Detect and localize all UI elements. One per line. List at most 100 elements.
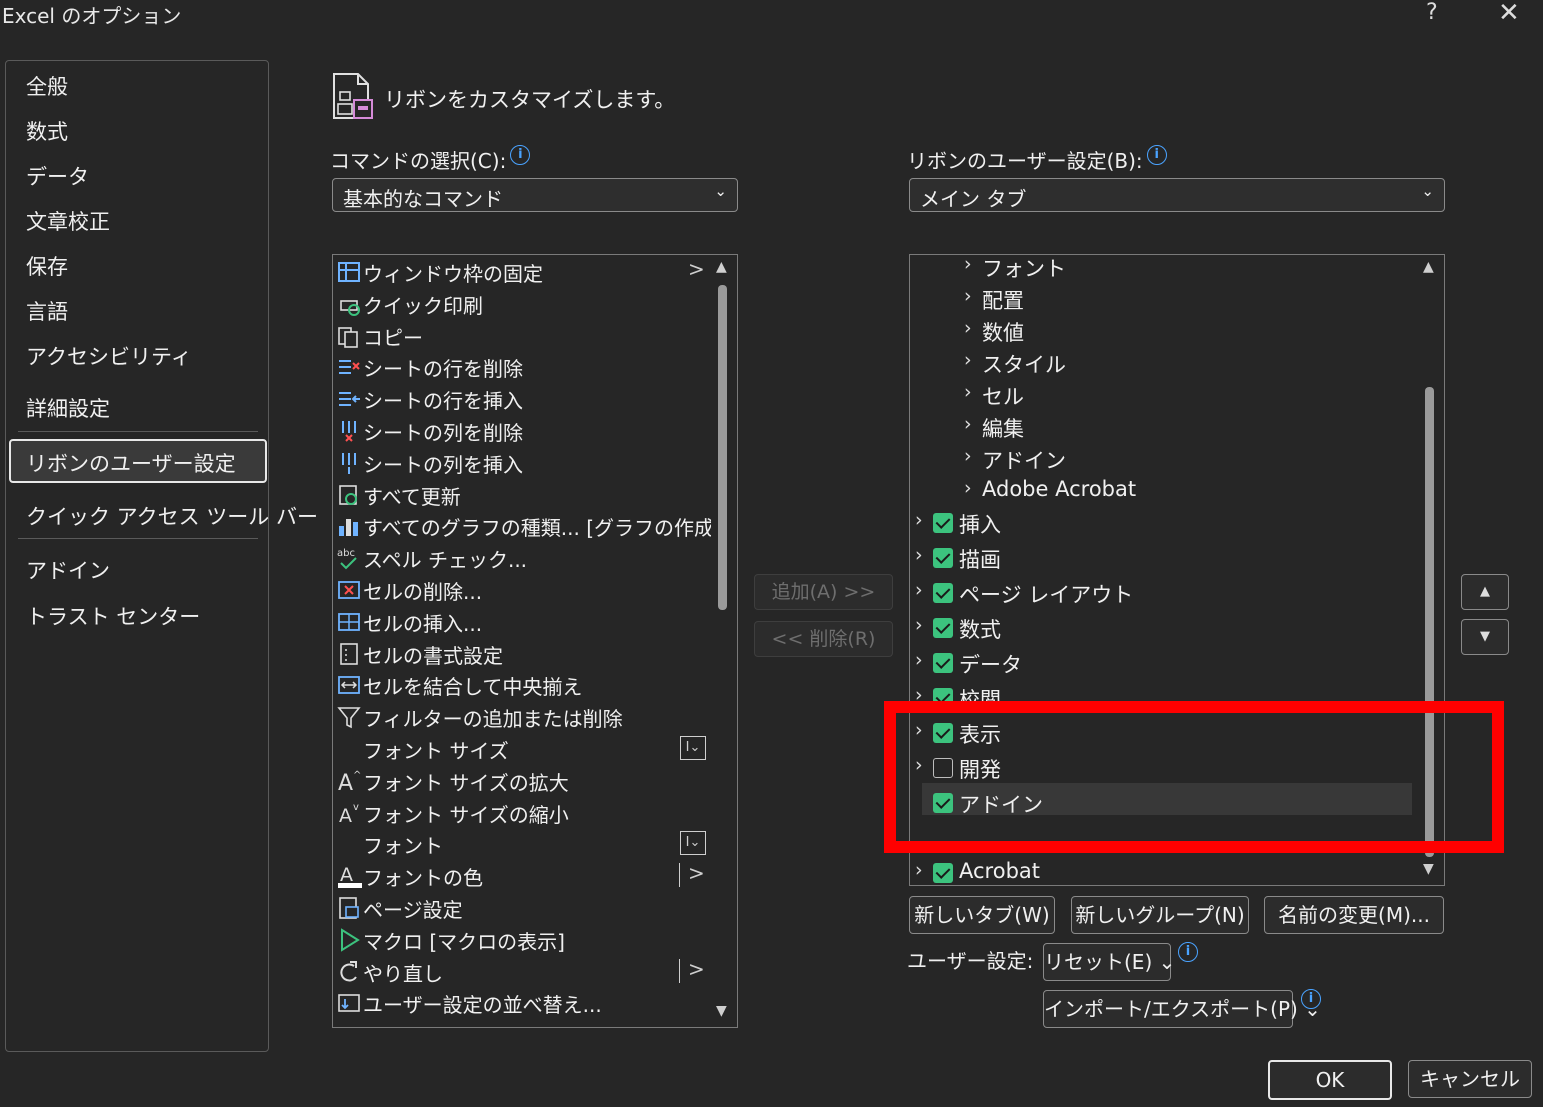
command-list-item[interactable]: シートの行を削除	[333, 351, 713, 382]
ribbon-tree-item[interactable]: › 数値	[910, 315, 1410, 347]
commands-dropdown[interactable]: 基本的なコマンド ⌄	[332, 178, 738, 212]
chevron-right-icon[interactable]: ›	[915, 544, 923, 566]
rename-button[interactable]: 名前の変更(M)...	[1264, 896, 1444, 934]
ribbon-tree-item[interactable]: › スタイル	[910, 347, 1410, 379]
chevron-right-icon[interactable]: ›	[915, 579, 923, 601]
command-list-item[interactable]: シートの行を挿入	[333, 383, 713, 414]
ok-button[interactable]: OK	[1268, 1060, 1392, 1100]
sidebar-item-advanced[interactable]: 詳細設定	[26, 393, 110, 423]
move-up-button[interactable]: ▲	[1461, 574, 1509, 610]
chevron-right-icon[interactable]: ›	[964, 285, 972, 307]
commands-scrollbar[interactable]: ▲ ▼	[711, 255, 735, 1025]
sidebar-item-accessibility[interactable]: アクセシビリティ	[26, 341, 192, 371]
ribbon-tree-item[interactable]: › データ	[910, 647, 1410, 679]
tab-checkbox[interactable]	[933, 548, 953, 568]
command-list-item[interactable]: ウィンドウ枠の固定 >	[333, 256, 713, 287]
command-list-item[interactable]: A フォントの色 >	[333, 860, 713, 891]
ribbon-tree-item[interactable]: › アドイン	[910, 443, 1410, 475]
sidebar-item-trust-center[interactable]: トラスト センター	[26, 601, 200, 631]
sidebar-item-save[interactable]: 保存	[26, 251, 68, 281]
sidebar-item-data[interactable]: データ	[26, 161, 89, 191]
info-icon[interactable]: i	[510, 145, 531, 165]
command-label: シートの列を挿入	[363, 452, 523, 477]
command-list-item[interactable]: シートの列を削除	[333, 415, 713, 446]
ribbon-tree-item[interactable]: › ページ レイアウト	[910, 577, 1410, 609]
filter-icon	[337, 707, 361, 729]
command-list-item[interactable]: やり直し >	[333, 956, 713, 987]
command-list-item[interactable]: クイック印刷	[333, 288, 713, 319]
scroll-down-arrow-icon[interactable]: ▼	[716, 1003, 727, 1019]
tab-checkbox[interactable]	[933, 513, 953, 533]
command-list-item[interactable]: Av フォント サイズの縮小	[333, 797, 713, 828]
command-list-item[interactable]: シートの列を挿入	[333, 447, 713, 478]
sidebar-item-general[interactable]: 全般	[26, 71, 68, 101]
ribbon-tree-item[interactable]: › 挿入	[910, 507, 1410, 539]
command-list-item[interactable]: フィルターの追加または削除	[333, 701, 713, 732]
command-list-item[interactable]: マクロ [マクロの表示]	[333, 924, 713, 955]
command-list-item[interactable]: セルの削除...	[333, 574, 713, 605]
info-icon[interactable]: i	[1301, 989, 1321, 1009]
tab-checkbox[interactable]	[933, 863, 953, 883]
command-list-item[interactable]: すべて更新	[333, 479, 713, 510]
command-list-item[interactable]: セルの挿入...	[333, 606, 713, 637]
help-button[interactable]: ?	[1426, 0, 1438, 25]
tab-checkbox[interactable]	[933, 653, 953, 673]
chevron-right-icon[interactable]: ›	[964, 445, 972, 467]
command-list-item[interactable]: セルの書式設定	[333, 638, 713, 669]
sidebar-item-proofing[interactable]: 文章校正	[26, 206, 110, 236]
commands-scroll-thumb[interactable]	[718, 285, 727, 610]
command-list-item[interactable]: すべてのグラフの種類... [グラフの作成]	[333, 510, 722, 541]
tab-checkbox[interactable]	[933, 583, 953, 603]
command-list-item[interactable]: セルを結合して中央揃え	[333, 669, 713, 700]
chevron-right-icon[interactable]: ›	[964, 413, 972, 435]
ribbon-tree-item[interactable]: › フォント	[910, 255, 1410, 283]
chevron-right-icon[interactable]: ›	[915, 509, 923, 531]
ribbon-tree-item[interactable]: › 描画	[910, 542, 1410, 574]
page-setup-icon	[339, 897, 359, 919]
ribbon-tree-item[interactable]: › 数式	[910, 612, 1410, 644]
scroll-up-arrow-icon[interactable]: ▲	[1423, 259, 1434, 275]
new-tab-button[interactable]: 新しいタブ(W)	[909, 896, 1055, 934]
info-icon[interactable]: i	[1178, 942, 1198, 962]
command-list-item[interactable]: コピー	[333, 320, 713, 351]
chevron-right-icon[interactable]: ›	[964, 317, 972, 339]
reset-dropdown-button[interactable]: リセット(E) ⌄	[1043, 943, 1175, 981]
command-list-item[interactable]: ページ設定	[333, 892, 713, 923]
ribbon-dropdown[interactable]: メイン タブ ⌄	[909, 178, 1445, 212]
ribbon-tree-item[interactable]: › 配置	[910, 283, 1410, 315]
sidebar-item-addins[interactable]: アドイン	[26, 555, 110, 585]
chevron-right-icon[interactable]: ›	[964, 255, 972, 275]
new-group-button[interactable]: 新しいグループ(N)	[1071, 896, 1249, 934]
cancel-button[interactable]: キャンセル	[1408, 1060, 1532, 1098]
chevron-right-icon[interactable]: ›	[915, 614, 923, 636]
sidebar-item-formulas[interactable]: 数式	[26, 116, 68, 146]
command-list-item[interactable]: フォント I⌄	[333, 828, 713, 859]
move-down-button[interactable]: ▼	[1461, 619, 1509, 655]
tab-checkbox[interactable]	[933, 618, 953, 638]
chevron-right-icon[interactable]: ›	[915, 859, 923, 881]
sidebar-item-customize-ribbon[interactable]: リボンのユーザー設定	[26, 448, 236, 478]
ribbon-tree-item[interactable]: › Adobe Acrobat	[910, 475, 1410, 507]
chevron-right-icon[interactable]: ›	[915, 649, 923, 671]
ribbon-tree-item[interactable]: › Acrobat	[910, 857, 1410, 885]
info-icon[interactable]: i	[1146, 145, 1167, 165]
close-button[interactable]: ✕	[1498, 0, 1520, 28]
commands-list[interactable]: ウィンドウ枠の固定 > クイック印刷 コピー シートの行を削除 シートの行を挿入 シートの列…	[332, 254, 738, 1028]
command-list-item[interactable]: フォント サイズ I⌄	[333, 733, 713, 764]
chevron-right-icon[interactable]: ›	[964, 349, 972, 371]
add-button[interactable]: 追加(A) >>	[754, 574, 893, 610]
command-list-item[interactable]: ユーザー設定の並べ替え...	[333, 987, 713, 1018]
chevron-right-icon[interactable]: ›	[964, 477, 972, 499]
remove-button[interactable]: << 削除(R)	[754, 621, 893, 657]
sidebar-item-quick-access-toolbar[interactable]: クイック アクセス ツール バー	[26, 501, 318, 531]
command-list-item[interactable]: A ^ フォント サイズの拡大	[333, 765, 713, 796]
command-list-item[interactable]: abc スペル チェック...	[333, 542, 713, 573]
scroll-down-arrow-icon[interactable]: ▼	[1423, 861, 1434, 877]
import-export-dropdown-button[interactable]: インポート/エクスポート(P) ⌄	[1043, 990, 1321, 1028]
insert-row-icon	[339, 392, 360, 407]
ribbon-tree-item[interactable]: › 編集	[910, 411, 1410, 443]
sidebar-item-language[interactable]: 言語	[26, 296, 68, 326]
scroll-up-arrow-icon[interactable]: ▲	[716, 259, 727, 275]
ribbon-tree-item[interactable]: › セル	[910, 379, 1410, 411]
chevron-right-icon[interactable]: ›	[964, 381, 972, 403]
